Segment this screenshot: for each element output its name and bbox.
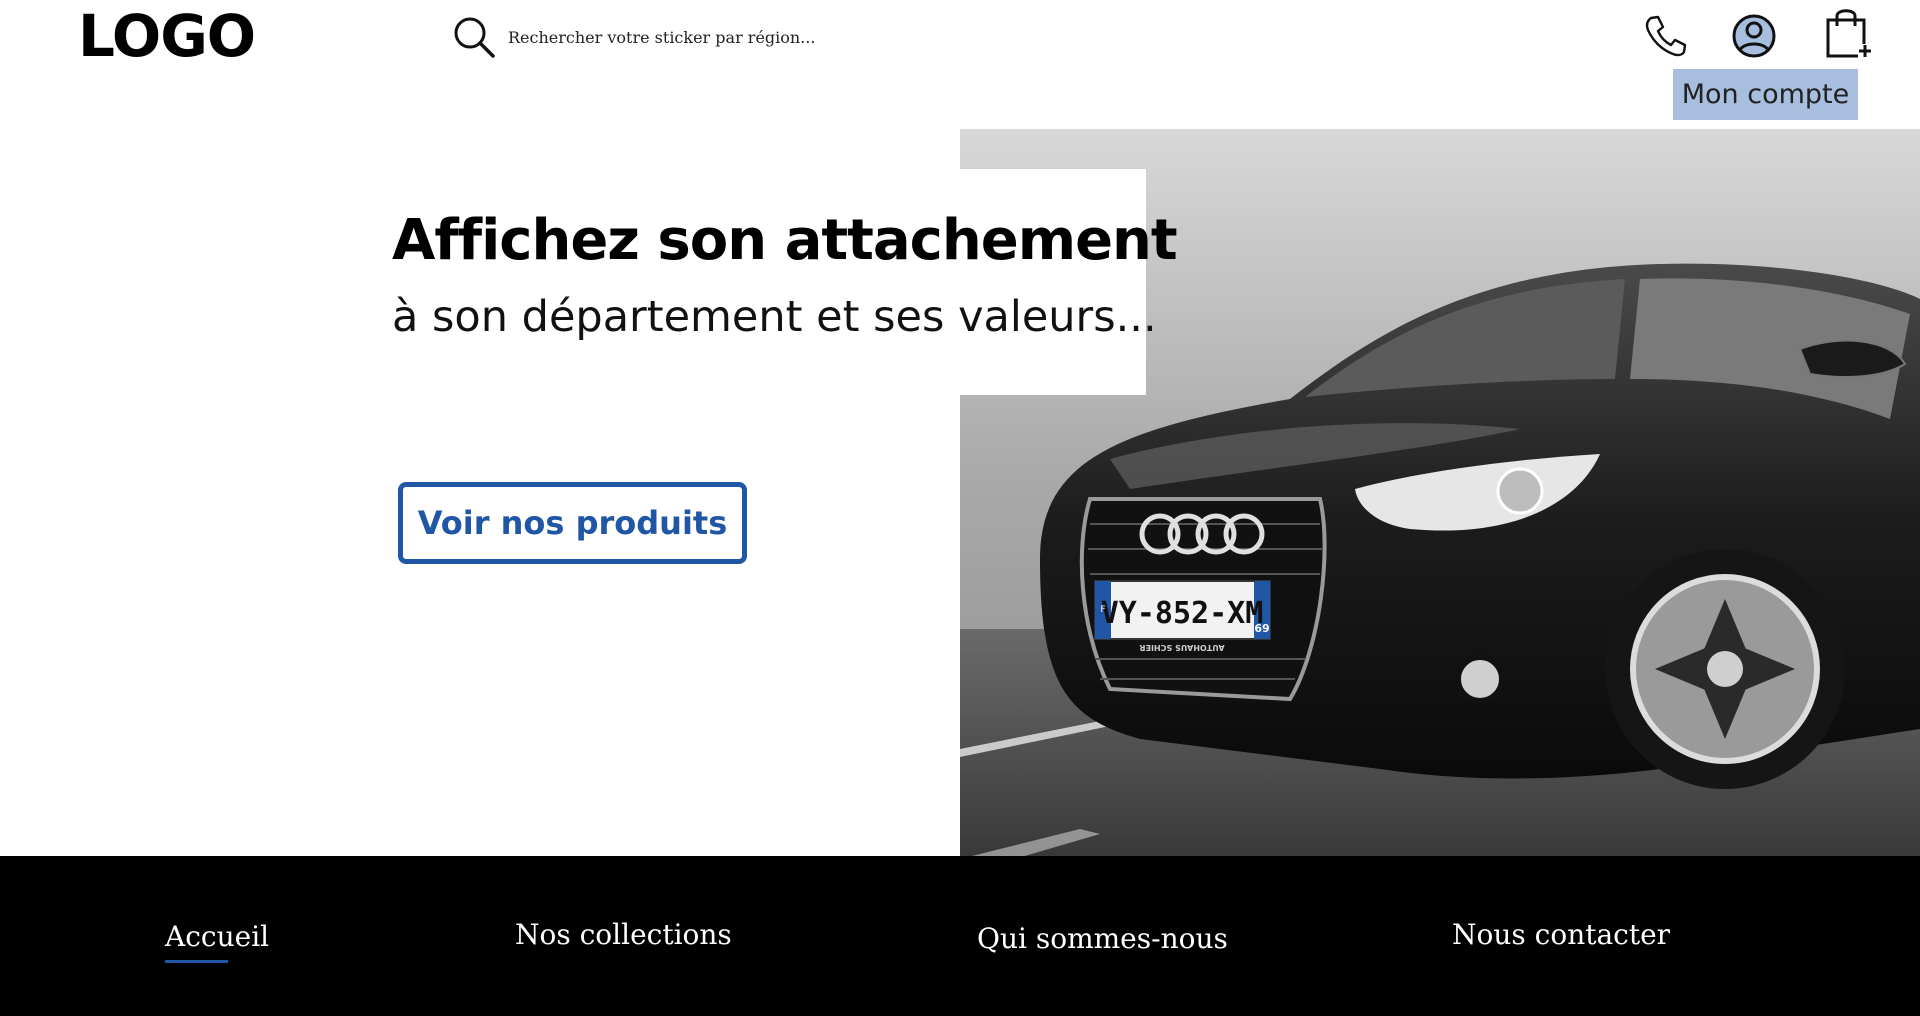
search-bar[interactable] [452,14,972,60]
headline-panel [374,169,1146,395]
nav-item-accueil[interactable]: Accueil [165,920,269,963]
hero-subheadline: à son département et ses valeurs... [392,292,1157,342]
plate-country: F [1100,605,1105,615]
search-input[interactable] [508,17,948,57]
plate-text: VY-852-XM [1101,596,1264,631]
site-logo[interactable]: LOGO [78,2,256,70]
plate-dealer: AUTOHAUS SCHIER [1139,643,1224,652]
nav-item-nous-contacter[interactable]: Nous contacter [1452,918,1670,951]
account-tooltip: Mon compte [1673,69,1858,120]
user-account-icon[interactable] [1730,12,1778,60]
phone-icon[interactable] [1642,12,1690,60]
nav-item-qui-sommes-nous[interactable]: Qui sommes-nous [977,922,1228,955]
view-products-button[interactable]: Voir nos produits [398,482,747,564]
plate-region-number: 69 [1254,622,1269,635]
nav-item-collections[interactable]: Nos collections [515,918,732,951]
search-icon[interactable] [452,15,496,59]
shopping-bag-plus-icon[interactable] [1824,6,1872,60]
hero-headline: Affichez son attachement [392,208,1178,273]
